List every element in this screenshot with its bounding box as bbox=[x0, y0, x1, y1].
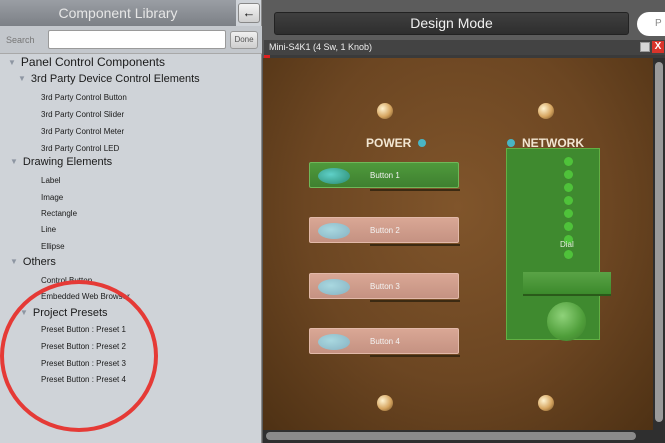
tree-group-project-presets[interactable]: ▼ Project Presets bbox=[20, 307, 108, 319]
tree-label: Drawing Elements bbox=[22, 156, 113, 168]
mode-toggle-pill[interactable]: P bbox=[637, 12, 665, 36]
button-led-icon bbox=[318, 168, 350, 184]
window-title: Mini-S4K1 (4 Sw, 1 Knob) bbox=[264, 40, 665, 55]
horizontal-scrollbar-thumb[interactable] bbox=[266, 432, 636, 440]
button-shadow bbox=[370, 189, 460, 191]
button-label: Button 2 bbox=[370, 226, 400, 235]
disclosure-triangle-icon[interactable]: ▼ bbox=[20, 308, 28, 317]
tree-label: Panel Control Components bbox=[20, 55, 166, 69]
tree-item[interactable]: 3rd Party Control Meter bbox=[41, 127, 124, 136]
power-label: POWER bbox=[366, 136, 412, 150]
meter-led-icon bbox=[564, 250, 573, 259]
tree-item[interactable]: Image bbox=[41, 193, 63, 202]
meter-led-icon bbox=[564, 209, 573, 218]
component-library-panel: Component Library ← Search Done ▼ Panel C… bbox=[0, 0, 262, 443]
button-shadow bbox=[370, 300, 460, 302]
tree-item[interactable]: Ellipse bbox=[41, 242, 65, 251]
preset-button-1[interactable]: Button 1 bbox=[309, 162, 460, 191]
tree-item-preset[interactable]: Preset Button : Preset 1 bbox=[41, 325, 126, 334]
tree-item-preset[interactable]: Preset Button : Preset 4 bbox=[41, 375, 126, 384]
screw-icon bbox=[538, 395, 554, 411]
search-input[interactable] bbox=[48, 30, 226, 49]
button-label: Button 1 bbox=[370, 171, 400, 180]
disclosure-triangle-icon[interactable]: ▼ bbox=[8, 58, 16, 67]
meter-led-icon bbox=[564, 170, 573, 179]
tree-item-preset[interactable]: Preset Button : Preset 3 bbox=[41, 359, 126, 368]
app-root: Component Library ← Search Done ▼ Panel C… bbox=[0, 0, 665, 443]
tree-item[interactable]: 3rd Party Control Slider bbox=[41, 110, 124, 119]
design-mode-title: Design Mode bbox=[274, 12, 629, 35]
tree-item[interactable]: Line bbox=[41, 225, 56, 234]
done-button[interactable]: Done bbox=[230, 31, 258, 49]
tree-item[interactable]: 3rd Party Control LED bbox=[41, 144, 119, 153]
meter-led-icon bbox=[564, 183, 573, 192]
tree-item[interactable]: Rectangle bbox=[41, 209, 77, 218]
highlight-circle-annotation bbox=[0, 280, 158, 432]
tree-group-panel-control[interactable]: ▼ Panel Control Components bbox=[8, 55, 165, 69]
disclosure-triangle-icon[interactable]: ▼ bbox=[18, 74, 26, 83]
restore-icon[interactable] bbox=[640, 42, 650, 52]
button-led-icon bbox=[318, 334, 350, 350]
meter-led-icon bbox=[564, 222, 573, 231]
button-label: Button 3 bbox=[370, 282, 400, 291]
meter-led-icon bbox=[564, 157, 573, 166]
button-shadow bbox=[370, 355, 460, 357]
search-bar: Search Done bbox=[0, 26, 262, 54]
back-arrow-icon[interactable]: ← bbox=[238, 3, 260, 23]
tree-item[interactable]: Control Button bbox=[41, 276, 92, 285]
meter-led-icon bbox=[564, 196, 573, 205]
preset-button-3[interactable]: Button 3 bbox=[309, 273, 460, 302]
button-label: Button 4 bbox=[370, 337, 400, 346]
network-slider[interactable] bbox=[523, 272, 611, 296]
tree-label: Others bbox=[22, 256, 56, 268]
tree-label: 3rd Party Device Control Elements bbox=[30, 73, 200, 85]
screw-icon bbox=[377, 103, 393, 119]
tree-item-preset[interactable]: Preset Button : Preset 2 bbox=[41, 342, 126, 351]
tree-item[interactable]: Embedded Web Browser bbox=[41, 292, 130, 301]
dial-label: Dial bbox=[560, 240, 574, 249]
tree-item[interactable]: Label bbox=[41, 176, 61, 185]
tree-group-third-party[interactable]: ▼ 3rd Party Device Control Elements bbox=[18, 73, 200, 85]
button-shadow bbox=[370, 244, 460, 246]
tree-group-drawing[interactable]: ▼ Drawing Elements bbox=[10, 156, 112, 168]
power-status-dot bbox=[418, 139, 426, 147]
dial-knob[interactable] bbox=[547, 302, 586, 341]
tree-group-others[interactable]: ▼ Others bbox=[10, 256, 56, 268]
search-label: Search bbox=[6, 35, 35, 45]
vertical-scrollbar-thumb[interactable] bbox=[655, 62, 663, 422]
button-led-icon bbox=[318, 223, 350, 239]
button-led-icon bbox=[318, 279, 350, 295]
tree-label: Project Presets bbox=[32, 307, 108, 319]
tree-item[interactable]: 3rd Party Control Button bbox=[41, 93, 127, 102]
screw-icon bbox=[538, 103, 554, 119]
preset-button-4[interactable]: Button 4 bbox=[309, 328, 460, 357]
disclosure-triangle-icon[interactable]: ▼ bbox=[10, 257, 18, 266]
preset-button-2[interactable]: Button 2 bbox=[309, 217, 460, 246]
library-title: Component Library bbox=[0, 0, 236, 26]
disclosure-triangle-icon[interactable]: ▼ bbox=[10, 157, 18, 166]
network-status-dot bbox=[507, 139, 515, 147]
screw-icon bbox=[377, 395, 393, 411]
close-icon[interactable]: X bbox=[652, 41, 664, 53]
